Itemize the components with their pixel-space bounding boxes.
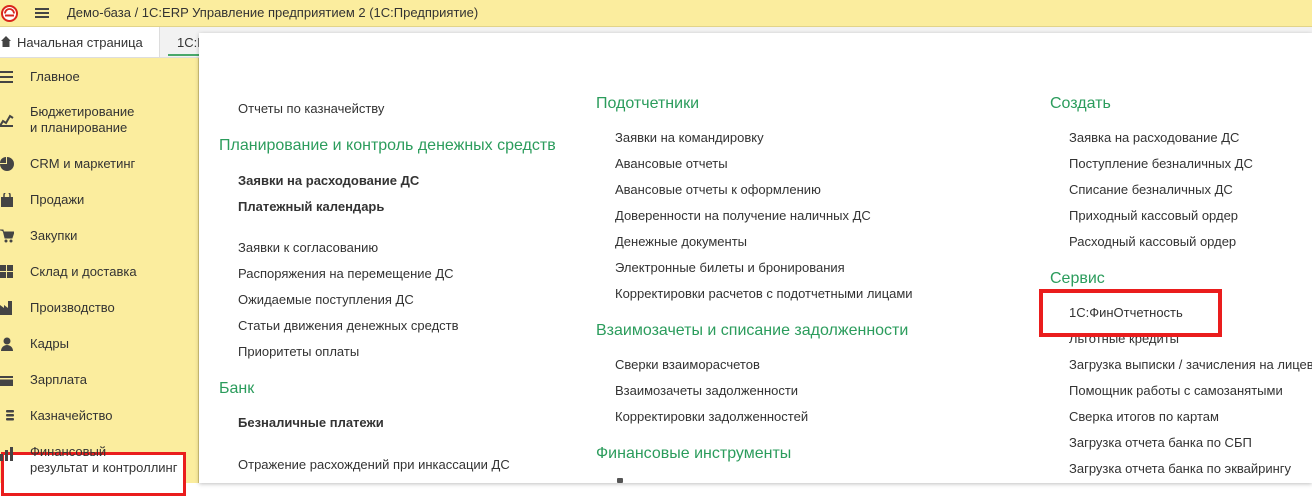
link-load-acquiring-report[interactable]: Загрузка отчета банка по эквайрингу [1069,461,1291,476]
shopping-bag-icon [1,193,13,207]
person-icon [1,337,13,351]
sidebar-item-purchases[interactable]: Закупки [0,219,199,253]
sidebar-item-label: Склад и доставка [30,264,137,279]
heading-planning: Планирование и контроль денежных средств [219,137,556,154]
link-create-cashless-writeoff[interactable]: Списание безналичных ДС [1069,182,1233,197]
sidebar-item-hr[interactable]: Кадры [0,327,199,361]
sidebar-item-label: Главное [30,69,80,84]
link-load-statement[interactable]: Загрузка выписки / зачисления на лицевые… [1069,357,1312,372]
heading-bank: Банк [219,380,255,397]
tab-home-page[interactable]: Начальная страница [0,27,160,57]
link-create-cashless-receipt[interactable]: Поступление безналичных ДС [1069,156,1253,171]
link-settlement-reconciliation[interactable]: Сверки взаиморасчетов [615,357,760,372]
link-advance-reports-pending[interactable]: Авансовые отчеты к оформлению [615,182,821,197]
factory-icon [0,301,12,315]
tab-erp[interactable]: 1С:ERP [168,27,200,57]
truncated-link-fragment [617,478,623,483]
sidebar-item-financial-result[interactable]: Финансовый результат и контроллинг [0,438,199,483]
link-cash-flow-items[interactable]: Статьи движения денежных средств [238,318,459,333]
link-card-totals-reconciliation[interactable]: Сверка итогов по картам [1069,409,1219,424]
active-tab-indicator [168,54,200,56]
tab-home-label: Начальная страница [17,35,143,50]
link-expense-requests[interactable]: Заявки на расходование ДС [238,173,419,188]
link-expected-receipts[interactable]: Ожидаемые поступления ДС [238,292,414,307]
heading-offsets: Взаимозачеты и списание задолженности [596,322,909,339]
sidebar-item-crm[interactable]: CRM и маркетинг [0,147,199,181]
sidebar-item-label: Финансовый [30,444,107,459]
heading-financial-instruments: Финансовые инструменты [596,445,792,462]
link-transfer-orders[interactable]: Распоряжения на перемещение ДС [238,266,454,281]
bar-chart-icon [0,447,13,461]
link-payment-priorities[interactable]: Приоритеты оплаты [238,344,359,359]
heading-service: Сервис [1050,270,1105,287]
link-debt-adjustments[interactable]: Корректировки задолженностей [615,409,808,424]
sidebar-item-label-line2: результат и контроллинг [30,460,178,475]
sections-sidebar: Главное Бюджетирование и планирование CR… [0,58,199,496]
sidebar-item-label: Казначейство [30,408,113,423]
heading-create: Создать [1050,95,1111,112]
sidebar-item-label-line2: и планирование [30,120,128,135]
link-e-tickets[interactable]: Электронные билеты и бронирования [615,260,845,275]
hamburger-menu-icon[interactable] [34,5,50,21]
link-collection-discrepancies[interactable]: Отражение расхождений при инкассации ДС [238,457,510,472]
window-title: Демо-база / 1С:ERP Управление предприяти… [67,5,479,20]
sidebar-item-label: Производство [30,300,115,315]
sidebar-item-label: Бюджетирование [30,104,135,119]
tab-erp-label: 1С:ERP [177,35,200,50]
sidebar-item-label: Закупки [30,228,78,243]
budget-chart-icon [0,114,14,127]
1c-logo-icon[interactable] [1,5,18,22]
link-debt-offsets[interactable]: Взаимозачеты задолженности [615,383,798,398]
sidebar-item-main[interactable]: Главное [0,60,199,94]
sidebar-item-salary[interactable]: Зарплата [0,363,199,397]
link-money-documents[interactable]: Денежные документы [615,234,747,249]
sidebar-item-label: Зарплата [30,372,87,387]
link-create-cash-receipt-order[interactable]: Приходный кассовый ордер [1069,208,1238,223]
link-create-cash-expense-order[interactable]: Расходный кассовый ордер [1069,234,1236,249]
link-load-sbp-report[interactable]: Загрузка отчета банка по СБП [1069,435,1252,450]
link-requests-approval[interactable]: Заявки к согласованию [238,240,378,255]
sidebar-item-sales[interactable]: Продажи [0,183,199,217]
link-treasury-reports[interactable]: Отчеты по казначейству [238,101,384,116]
sidebar-item-label: Кадры [30,336,69,351]
warehouse-grid-icon [0,265,13,278]
sidebar-item-label: CRM и маркетинг [30,156,136,171]
link-self-employed-assistant[interactable]: Помощник работы с самозанятыми [1069,383,1283,398]
link-payment-calendar[interactable]: Платежный календарь [238,199,384,214]
sidebar-item-label: Продажи [30,192,85,207]
title-bar: Демо-база / 1С:ERP Управление предприяти… [0,0,1312,27]
wallet-icon [0,376,13,386]
treasury-section-panel: Отчеты по казначейству Планирование и ко… [199,33,1312,483]
link-cash-power-of-attorney[interactable]: Доверенности на получение наличных ДС [615,208,871,223]
link-accountable-adjustments[interactable]: Корректировки расчетов с подотчетными ли… [615,286,913,301]
heading-accountables: Подотчетники [596,95,699,112]
sidebar-item-treasury[interactable]: Казначейство [0,399,199,433]
sidebar-item-warehouse[interactable]: Склад и доставка [0,255,199,289]
link-finreporting[interactable]: 1С:ФинОтчетность [1069,305,1183,320]
link-cashless-payments[interactable]: Безналичные платежи [238,415,384,430]
link-create-expense-request[interactable]: Заявка на расходование ДС [1069,130,1239,145]
home-icon [1,36,11,47]
sidebar-item-budgeting[interactable]: Бюджетирование и планирование [0,96,199,146]
treasury-coins-icon [6,410,14,421]
pie-chart-icon [0,157,14,171]
cart-icon [0,229,14,243]
link-trip-requests[interactable]: Заявки на командировку [615,130,764,145]
link-advance-reports[interactable]: Авансовые отчеты [615,156,728,171]
list-icon [0,71,13,83]
sidebar-item-production[interactable]: Производство [0,291,199,325]
